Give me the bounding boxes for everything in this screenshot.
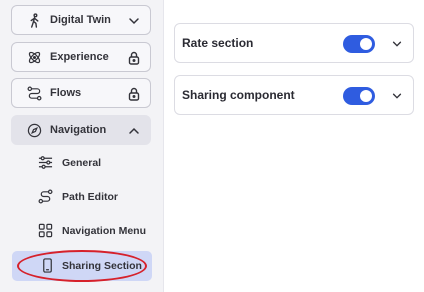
- sidebar-subitem-general[interactable]: General: [30, 150, 155, 176]
- walking-person-icon: [27, 13, 42, 28]
- card-sharing-component: Sharing component: [174, 75, 414, 115]
- sidebar-item-experience[interactable]: Experience: [11, 42, 151, 72]
- lock-icon: [127, 87, 141, 101]
- chevron-down-icon[interactable]: [127, 14, 141, 28]
- chevron-down-icon[interactable]: [391, 38, 403, 50]
- sidebar-item-flows[interactable]: Flows: [11, 78, 151, 108]
- sidebar-item-label: Flows: [50, 87, 82, 99]
- sidebar-item-digital-twin[interactable]: Digital Twin: [11, 5, 151, 35]
- sidebar-item-label: Experience: [50, 51, 109, 63]
- sidebar-subitem-label: Navigation Menu: [62, 225, 147, 237]
- sidebar-item-label: Digital Twin: [50, 14, 111, 26]
- sliders-icon: [38, 155, 53, 170]
- toggle-knob: [360, 38, 372, 50]
- sidebar-subitem-label: General: [62, 157, 102, 169]
- sidebar-subitem-label: Sharing Section: [62, 260, 142, 272]
- sidebar-item-navigation[interactable]: Navigation: [11, 115, 151, 145]
- card-title: Rate section: [182, 36, 254, 50]
- lock-icon: [127, 51, 141, 65]
- compass-icon: [27, 123, 42, 138]
- atom-icon: [27, 50, 42, 65]
- chevron-down-icon[interactable]: [391, 90, 403, 102]
- card-rate-section: Rate section: [174, 23, 414, 63]
- phone-icon: [40, 258, 55, 273]
- grid-icon: [38, 223, 53, 238]
- path-icon: [38, 189, 53, 204]
- sidebar-subitem-sharing-section[interactable]: Sharing Section: [12, 251, 152, 281]
- sharing-component-toggle[interactable]: [343, 87, 375, 105]
- sidebar: Digital Twin Experience Flows Navigation…: [0, 0, 164, 292]
- sidebar-subitem-path-editor[interactable]: Path Editor: [30, 184, 155, 210]
- sidebar-item-label: Navigation: [50, 124, 107, 136]
- sidebar-subitem-label: Path Editor: [62, 191, 119, 203]
- card-title: Sharing component: [182, 88, 295, 102]
- chevron-up-icon[interactable]: [127, 124, 141, 138]
- toggle-knob: [360, 90, 372, 102]
- rate-section-toggle[interactable]: [343, 35, 375, 53]
- flow-icon: [27, 86, 42, 101]
- sidebar-subitem-navigation-menu[interactable]: Navigation Menu: [30, 218, 155, 244]
